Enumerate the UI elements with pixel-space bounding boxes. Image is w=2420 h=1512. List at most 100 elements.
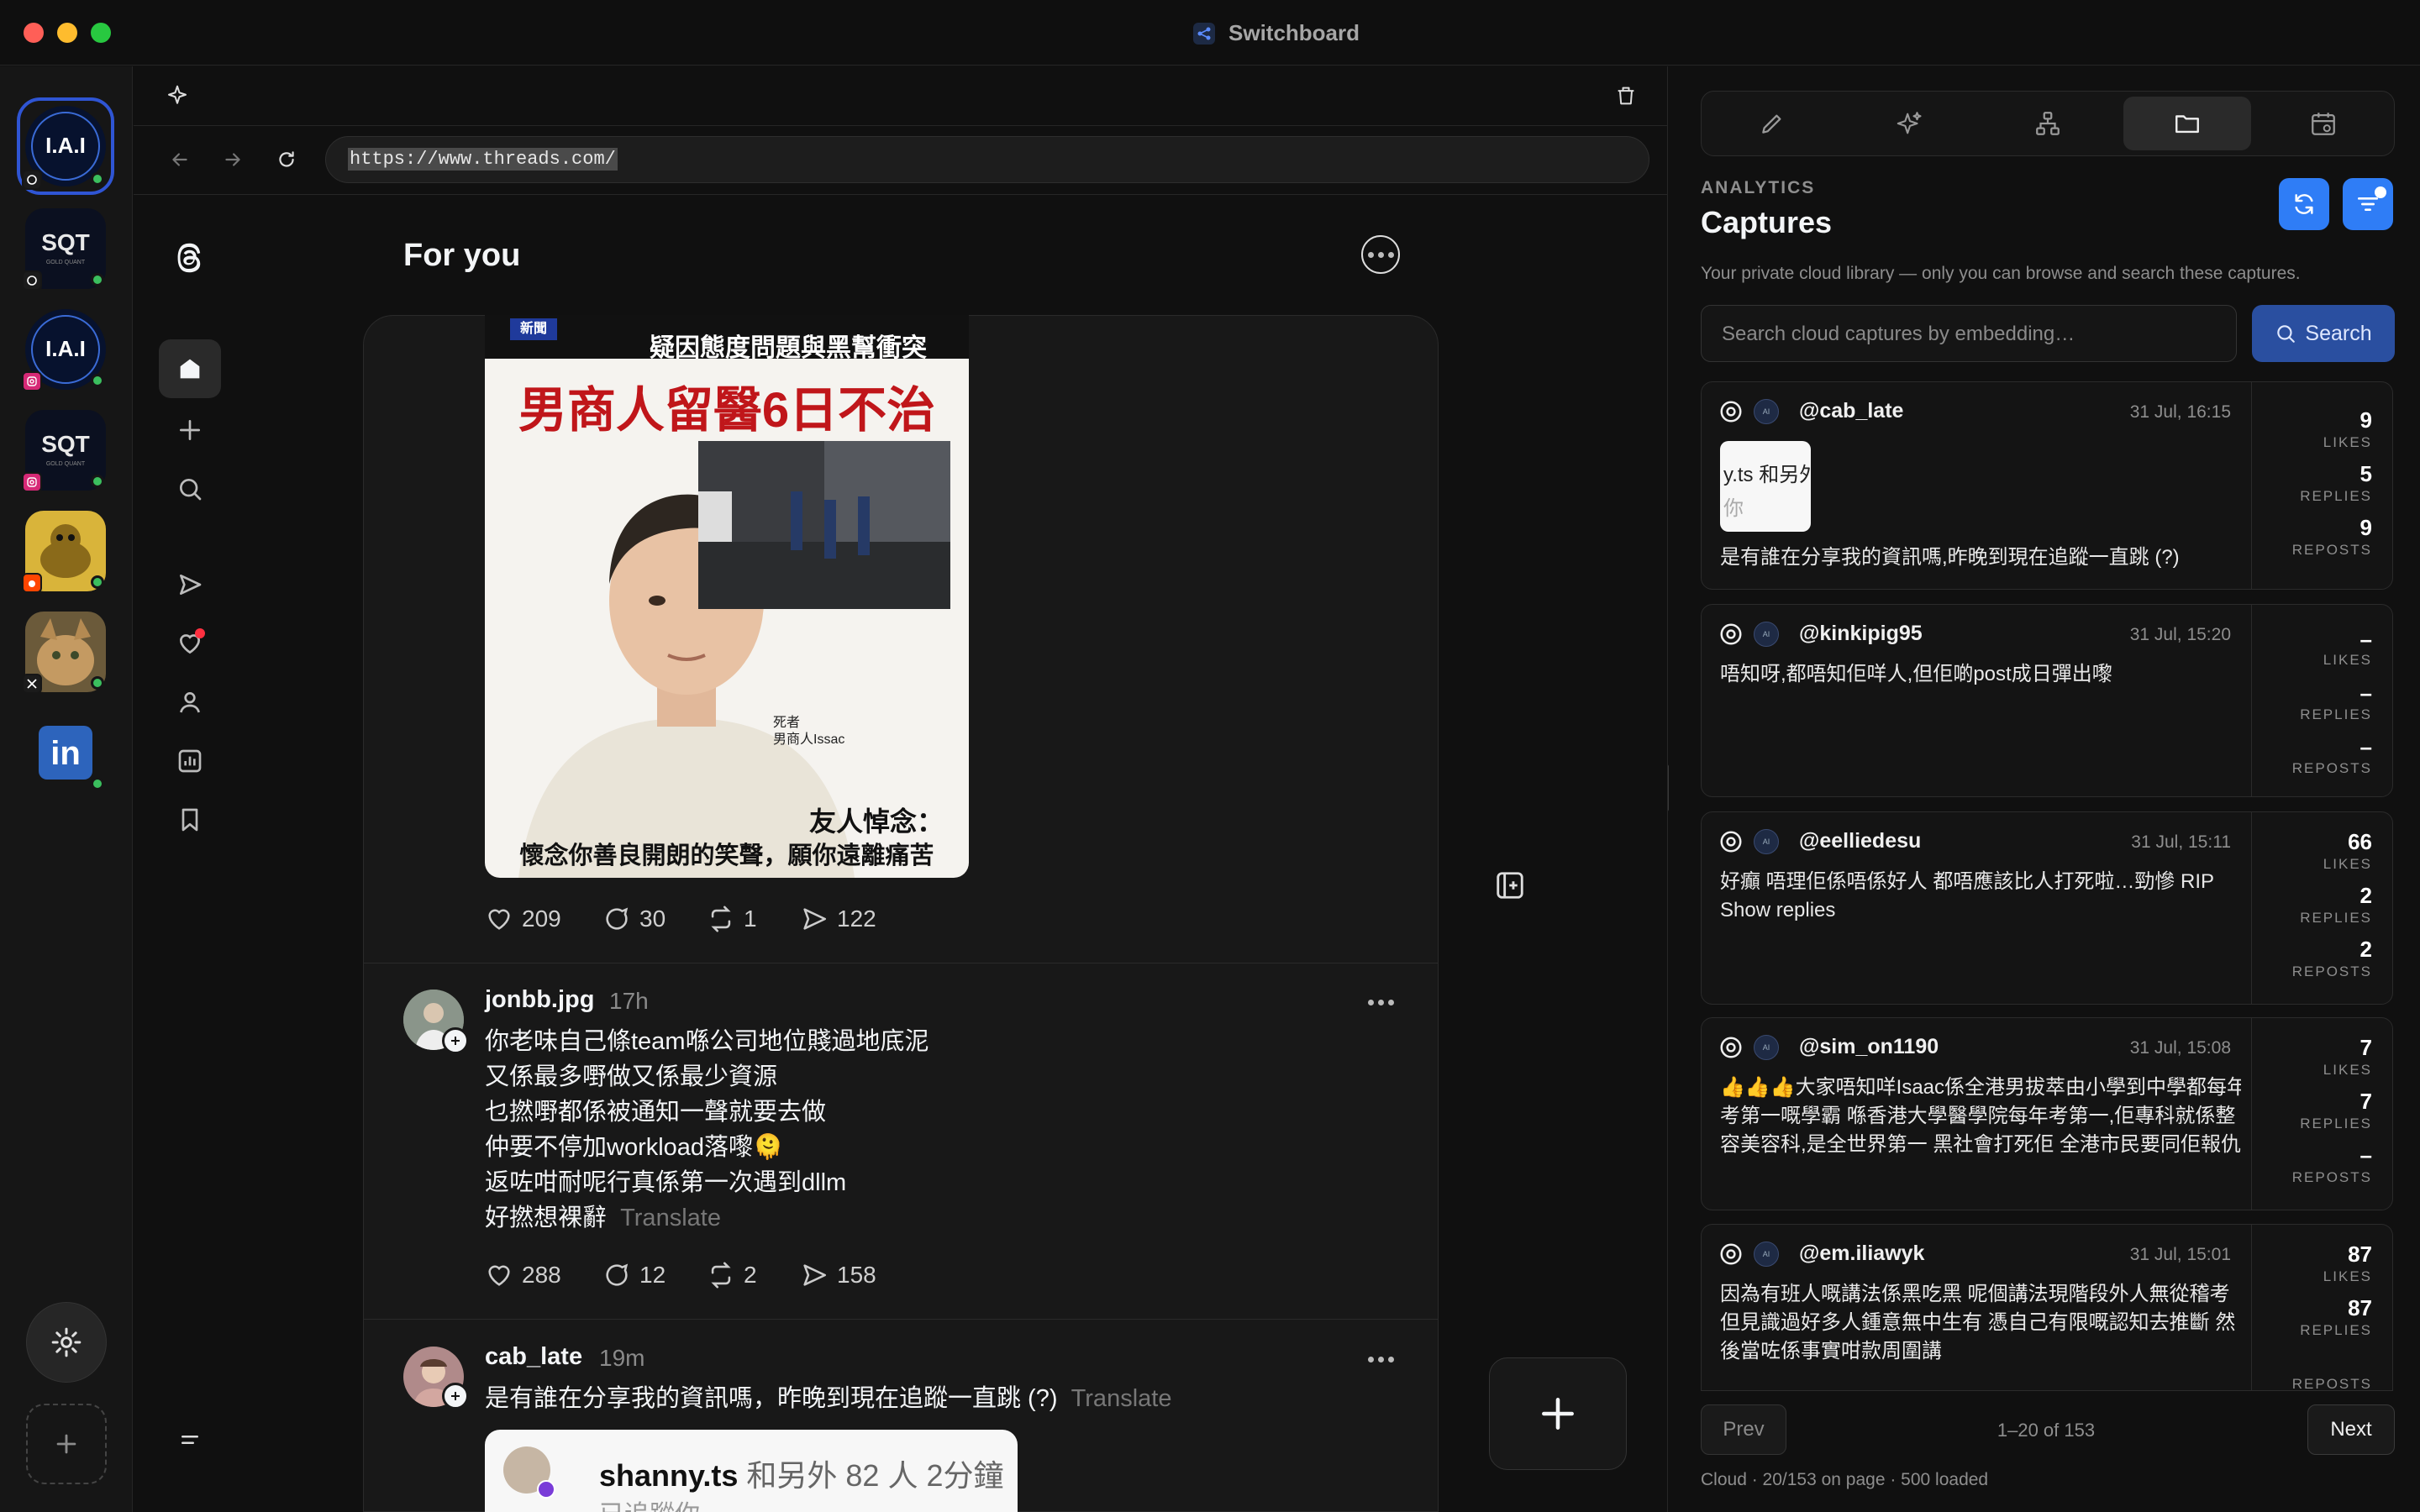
feed-options-button[interactable]: [1361, 235, 1400, 274]
reposts-label: REPOSTS: [2291, 1169, 2372, 1185]
capture-search-input[interactable]: Search cloud captures by embedding…: [1701, 305, 2237, 362]
image-caption-small: 死者 男商人Issac: [773, 716, 845, 747]
instagram-badge-icon: [22, 472, 42, 492]
replies-count: 87: [2348, 1295, 2372, 1320]
post-username[interactable]: cab_late: [485, 1343, 582, 1371]
plus-icon: [180, 420, 200, 440]
refresh-button[interactable]: [2279, 178, 2329, 230]
reposts-label: REPOSTS: [2291, 542, 2372, 558]
post-more-button[interactable]: [1361, 1347, 1400, 1372]
threads-logo-icon[interactable]: [168, 237, 210, 279]
sidebar-toggle-button[interactable]: [1493, 869, 1527, 902]
x-badge-icon: [22, 674, 42, 694]
post-more-button[interactable]: [1361, 990, 1400, 1015]
add-account-button[interactable]: [26, 1404, 107, 1484]
minimize-window-button[interactable]: [57, 23, 77, 43]
reply-button[interactable]: 30: [602, 905, 666, 933]
replies-label: REPLIES: [2300, 910, 2372, 926]
nav-create[interactable]: [173, 413, 207, 447]
nav-insights[interactable]: [173, 744, 207, 778]
nav-messages[interactable]: [173, 568, 207, 601]
repost-button[interactable]: 2: [707, 1261, 757, 1289]
filter-active-dot: [2375, 186, 2386, 198]
folder-icon: [2175, 115, 2199, 134]
tab-edit[interactable]: [1718, 97, 1826, 150]
status-footer: Cloud · 20/153 on page · 500 loaded: [1701, 1470, 1989, 1489]
translate-link[interactable]: Translate: [620, 1205, 721, 1231]
thumb-text: 你: [1723, 497, 1744, 520]
tab-flows[interactable]: [1994, 97, 2102, 150]
replies-label: REPLIES: [2300, 706, 2372, 722]
filter-button[interactable]: [2343, 178, 2393, 230]
capture-card[interactable]: AI @eelliedesu 31 Jul, 15:11 好癲 唔理佢係唔係好人…: [1701, 811, 2393, 1005]
prev-page-button[interactable]: Prev: [1701, 1404, 1786, 1455]
reload-icon: [279, 151, 294, 167]
tab-schedule[interactable]: [2270, 97, 2377, 150]
trash-icon[interactable]: [1612, 81, 1640, 110]
nav-search[interactable]: [173, 472, 207, 506]
linkedin-icon: in: [50, 735, 81, 772]
reload-button[interactable]: [272, 145, 301, 174]
capture-card[interactable]: AI @kinkipig95 31 Jul, 15:20 唔知呀,都唔知佢咩人,…: [1701, 604, 2393, 797]
tab-captures[interactable]: [2123, 97, 2251, 150]
replies-count: 5: [2360, 461, 2372, 486]
back-button[interactable]: [166, 145, 194, 174]
reply-count: 12: [639, 1262, 666, 1288]
like-button[interactable]: 209: [485, 905, 561, 933]
share-button[interactable]: 122: [800, 905, 876, 933]
like-button[interactable]: 288: [485, 1261, 561, 1289]
post-image[interactable]: 新聞 疑因態度問題與黑幫衝突 男商人留醫6日不治 死者 男商人Issac 友人悼…: [485, 315, 969, 878]
follow-button[interactable]: [442, 1383, 469, 1410]
repost-button[interactable]: 1: [707, 905, 757, 933]
post-line: 好撚想裸辭: [485, 1205, 608, 1231]
capture-card[interactable]: AI @sim_on1190 31 Jul, 15:08 👍👍👍大家唔知咩Isa…: [1701, 1017, 2393, 1210]
refresh-icon: [2295, 194, 2313, 214]
likes-label: LIKES: [2323, 856, 2372, 872]
nav-saved[interactable]: [173, 803, 207, 837]
search-icon: [180, 479, 202, 501]
forward-button[interactable]: [218, 145, 247, 174]
share-button[interactable]: 158: [800, 1261, 876, 1289]
post-username[interactable]: jonbb.jpg: [485, 986, 594, 1014]
repost-count: 1: [744, 906, 757, 932]
threads-badge-icon: [22, 270, 42, 291]
plus-icon: [1542, 1398, 1574, 1430]
account-linkedin[interactable]: in: [39, 726, 92, 780]
show-replies-link[interactable]: Show replies: [1720, 896, 1835, 925]
close-window-button[interactable]: [24, 23, 44, 43]
sparkle-icon[interactable]: [163, 81, 192, 110]
url-input[interactable]: https://www.threads.com/: [325, 136, 1649, 183]
nav-home[interactable]: [159, 339, 221, 398]
replies-count: 2: [2360, 883, 2372, 908]
repost-count: 2: [744, 1262, 757, 1288]
likes-count: 87: [2348, 1242, 2372, 1267]
heart-icon: [488, 909, 510, 930]
online-indicator: [91, 273, 104, 286]
reply-count: 30: [639, 906, 666, 932]
svg-text:SQT: SQT: [41, 229, 90, 255]
search-button[interactable]: Search: [2252, 305, 2395, 362]
window-title: Switchboard: [1228, 20, 1360, 45]
reply-button[interactable]: 12: [602, 1261, 666, 1289]
capture-card[interactable]: AI @em.iliawyk 31 Jul, 15:01 因為有班人嘅講法係黑吃…: [1701, 1224, 2393, 1390]
divider: [134, 194, 1668, 195]
feed-heading: For you: [403, 238, 521, 273]
gear-icon: [51, 1327, 82, 1357]
next-page-button[interactable]: Next: [2307, 1404, 2395, 1455]
follow-button[interactable]: [442, 1027, 469, 1054]
embedded-screenshot[interactable]: shanny.ts 和另外 82 人 2分鐘 已追蹤你: [485, 1430, 1018, 1512]
share-count: 158: [837, 1262, 876, 1288]
translate-link[interactable]: Translate: [1071, 1385, 1172, 1412]
panel-description: Your private cloud library — only you ca…: [1701, 264, 2301, 283]
settings-button[interactable]: [26, 1302, 107, 1383]
arrow-right-icon: [225, 153, 240, 166]
post-line: 乜撚嘢都係被通知一聲就要去做: [485, 1099, 827, 1126]
capture-card[interactable]: AI @cab_late 31 Jul, 16:15 y.ts 和另外 你 是有…: [1701, 381, 2393, 590]
new-thread-button[interactable]: [1489, 1357, 1627, 1470]
tab-ai[interactable]: [1856, 97, 1964, 150]
section-label: ANALYTICS: [1701, 178, 1816, 197]
nav-profile[interactable]: [173, 685, 207, 719]
menu-button[interactable]: [173, 1423, 207, 1457]
likes-label: LIKES: [2323, 652, 2372, 668]
zoom-window-button[interactable]: [91, 23, 111, 43]
